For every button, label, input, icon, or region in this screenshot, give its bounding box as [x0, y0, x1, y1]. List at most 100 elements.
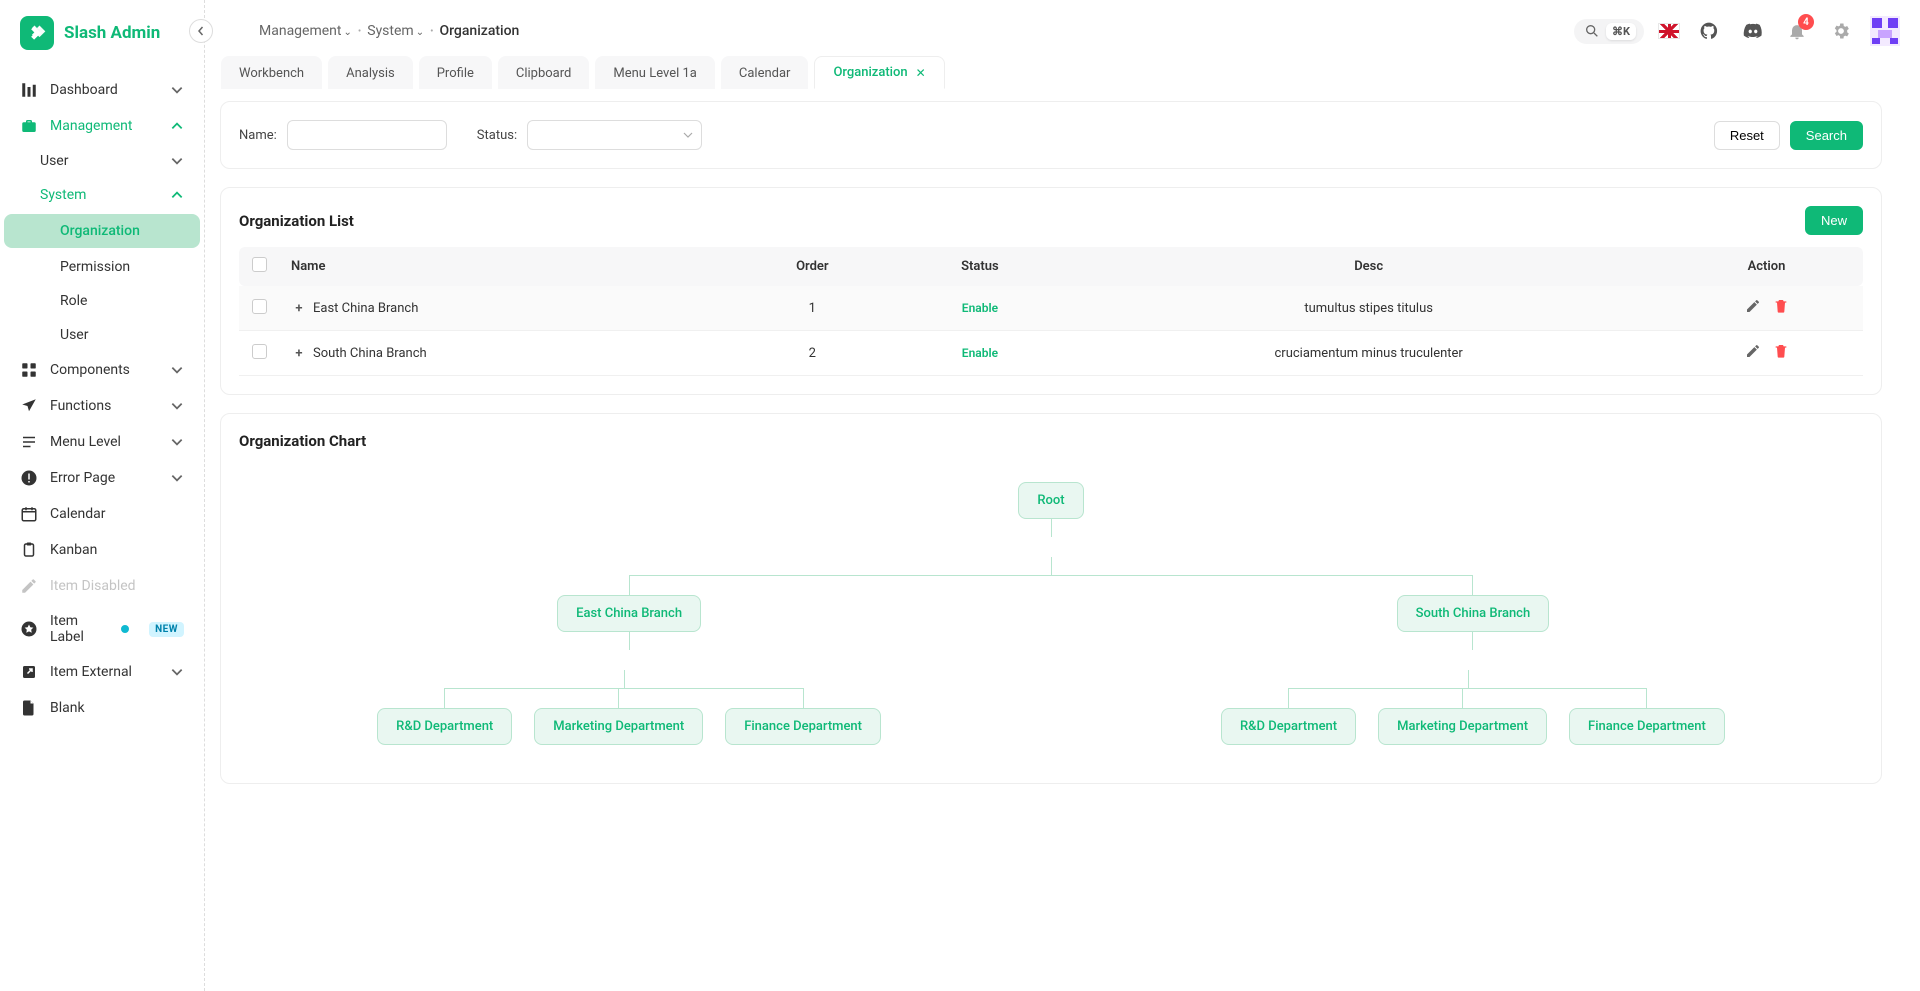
sidebar-item-user[interactable]: User	[0, 144, 204, 178]
sidebar-item-menulevel[interactable]: Menu Level	[0, 424, 204, 460]
github-icon[interactable]	[1694, 16, 1724, 46]
org-node-branch[interactable]: East China Branch	[557, 595, 701, 632]
org-node-root[interactable]: Root	[1018, 482, 1083, 519]
sidebar-item-label: Calendar	[50, 506, 184, 522]
tab-calendar[interactable]: Calendar	[721, 56, 809, 89]
expand-icon[interactable]: +	[291, 301, 307, 316]
app-title: Slash Admin	[64, 23, 160, 43]
sidebar-item-calendar[interactable]: Calendar	[0, 496, 204, 532]
search-button[interactable]: ⌘K	[1574, 19, 1644, 44]
edit-icon[interactable]	[1745, 298, 1761, 318]
sidebar-item-itemexternal[interactable]: Item External	[0, 654, 204, 690]
sidebar-item-functions[interactable]: Functions	[0, 388, 204, 424]
notification-badge: 4	[1798, 14, 1814, 30]
chart-title: Organization Chart	[239, 432, 366, 450]
sidebar-item-blank[interactable]: Blank	[0, 690, 204, 726]
select-all-checkbox[interactable]	[252, 257, 267, 272]
org-node-dept[interactable]: R&D Department	[377, 708, 512, 745]
external-icon	[20, 663, 38, 681]
col-desc: Desc	[1067, 247, 1670, 286]
discord-icon[interactable]	[1738, 16, 1768, 46]
row-order: 2	[732, 331, 892, 376]
tab-analysis[interactable]: Analysis	[328, 56, 413, 89]
org-node-dept[interactable]: Finance Department	[1569, 708, 1725, 745]
list-card: Organization List New NameOrderStatusDes…	[220, 187, 1882, 395]
table-row: +East China Branch1Enabletumultus stipes…	[239, 286, 1863, 331]
sidebar-item-label: Organization	[60, 223, 180, 239]
star-icon	[20, 620, 38, 638]
new-button[interactable]: New	[1805, 206, 1863, 235]
org-node-dept[interactable]: Finance Department	[725, 708, 881, 745]
org-node-dept[interactable]: Marketing Department	[534, 708, 703, 745]
main: Management⌄•System⌄•Organization ⌘K 4	[205, 0, 1920, 991]
delete-icon[interactable]	[1773, 298, 1789, 318]
sidebar-item-kanban[interactable]: Kanban	[0, 532, 204, 568]
breadcrumb-item[interactable]: System⌄	[367, 23, 424, 39]
sidebar-item-label: Menu Level	[50, 434, 158, 450]
sidebar-item-label: Blank	[50, 700, 184, 716]
search-kbd: ⌘K	[1606, 23, 1636, 40]
tab-profile[interactable]: Profile	[419, 56, 492, 89]
sidebar-item-label: System	[40, 187, 158, 203]
sidebar-item-label: Item External	[50, 664, 158, 680]
org-node-dept[interactable]: Marketing Department	[1378, 708, 1547, 745]
settings-icon[interactable]	[1826, 16, 1856, 46]
sidebar-item-role[interactable]: Role	[0, 284, 204, 318]
sidebar-item-label: Permission	[60, 259, 184, 275]
search-button[interactable]: Search	[1790, 121, 1863, 150]
row-status: Enable	[962, 346, 998, 360]
tab-clipboard[interactable]: Clipboard	[498, 56, 590, 89]
col-status: Status	[893, 247, 1068, 286]
sidebar-item-permission[interactable]: Permission	[0, 250, 204, 284]
alert-icon	[20, 469, 38, 487]
sidebar-item-management[interactable]: Management	[0, 108, 204, 144]
sidebar-item-label: Dashboard	[50, 82, 158, 98]
clipboard-icon	[20, 541, 38, 559]
sidebar-item-components[interactable]: Components	[0, 352, 204, 388]
language-flag-icon[interactable]	[1658, 23, 1680, 39]
tab-organization[interactable]: Organization✕	[814, 56, 944, 89]
sidebar-item-errorpage[interactable]: Error Page	[0, 460, 204, 496]
reset-button[interactable]: Reset	[1714, 121, 1780, 150]
expand-icon[interactable]: +	[291, 346, 307, 361]
row-checkbox[interactable]	[252, 344, 267, 359]
user-avatar[interactable]	[1870, 16, 1900, 46]
sidebar-item-dashboard[interactable]: Dashboard	[0, 72, 204, 108]
org-node-branch[interactable]: South China Branch	[1397, 595, 1550, 632]
chart-card: Organization Chart Root East China Branch…	[220, 413, 1882, 784]
filter-status-select[interactable]	[527, 120, 702, 150]
close-icon[interactable]: ✕	[916, 66, 926, 80]
topbar-right: ⌘K 4	[1574, 16, 1900, 46]
logo-icon	[20, 16, 54, 50]
tab-workbench[interactable]: Workbench	[221, 56, 322, 89]
edit-icon[interactable]	[1745, 343, 1761, 363]
sidebar-item-organization[interactable]: Organization	[4, 214, 200, 248]
sidebar-item-label: Item Label	[50, 613, 103, 645]
org-node-dept[interactable]: R&D Department	[1221, 708, 1356, 745]
organization-table: NameOrderStatusDescAction +East China Br…	[239, 247, 1863, 376]
sidebar-header: Slash Admin	[0, 0, 204, 66]
sidebar-item-label: Role	[60, 293, 184, 309]
plane-icon	[20, 397, 38, 415]
row-desc: tumultus stipes titulus	[1067, 286, 1670, 331]
sidebar-item-system[interactable]: System	[0, 178, 204, 212]
tab-menu-level-1a[interactable]: Menu Level 1a	[595, 56, 715, 89]
tab-label: Clipboard	[516, 66, 572, 81]
filter-card: Name: Status: Reset Search	[220, 101, 1882, 169]
file-icon	[20, 699, 38, 717]
row-checkbox[interactable]	[252, 299, 267, 314]
content: Name: Status: Reset Search Organization …	[25, 89, 1920, 822]
briefcase-icon	[20, 117, 38, 135]
notifications-icon[interactable]: 4	[1782, 16, 1812, 46]
sidebar-collapse-button[interactable]	[189, 19, 213, 43]
delete-icon[interactable]	[1773, 343, 1789, 363]
sidebar-item-user2[interactable]: User	[0, 318, 204, 352]
list-title: Organization List	[239, 212, 354, 230]
filter-name-input[interactable]	[287, 120, 447, 150]
breadcrumb-item[interactable]: Management⌄	[259, 23, 352, 39]
col-order: Order	[732, 247, 892, 286]
sidebar-item-label: Item Disabled	[50, 578, 184, 594]
calendar-icon	[20, 505, 38, 523]
sidebar-item-label: Kanban	[50, 542, 184, 558]
sidebar-item-itemlabel[interactable]: Item LabelNEW	[0, 604, 204, 654]
